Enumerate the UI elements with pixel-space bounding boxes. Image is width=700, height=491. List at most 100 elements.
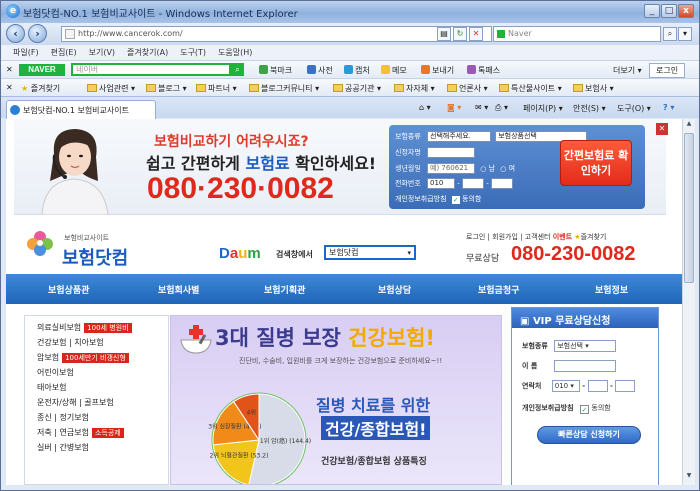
join-link[interactable]: 회원가입 <box>492 233 518 241</box>
fav-folder-business[interactable]: 사업관련 ▾ <box>87 83 135 94</box>
fav-folder-press[interactable]: 언론사 ▾ <box>447 83 488 94</box>
mail-icon[interactable]: ✉ ▾ <box>475 103 488 112</box>
vip-row-name: 이 름 <box>522 360 616 372</box>
compat-view-icon[interactable]: ▤ <box>437 27 451 41</box>
menu-help[interactable]: 도움말(H) <box>218 47 252 58</box>
nav-companies[interactable]: 보험회사별 <box>158 283 199 296</box>
bookmark-link[interactable]: 즐겨찾기 <box>581 233 607 241</box>
birth-input[interactable]: 예) 760621 <box>427 163 475 174</box>
daum-search-input[interactable]: 보험닷컴 ▾ <box>324 245 416 260</box>
phone-last-input[interactable] <box>490 178 513 189</box>
safety-menu[interactable]: 안전(S) ▾ <box>573 103 606 114</box>
fav-folder-local[interactable]: 자자체 ▾ <box>394 83 435 94</box>
male-radio[interactable]: ○ <box>480 165 486 173</box>
maximize-button[interactable]: □ <box>661 4 677 18</box>
list-item[interactable]: 암보험 100세만기 비갱신형 <box>37 352 129 363</box>
naver-search-input[interactable]: 네이버 <box>71 63 231 76</box>
form-row-birth: 생년월일 예) 760621 ○ 남 ○ 여 <box>395 163 516 174</box>
login-link[interactable]: 로그인 <box>466 233 485 241</box>
vip-agree-checkbox[interactable]: ✓ <box>579 405 589 414</box>
nav-products[interactable]: 보험상품관 <box>48 283 89 296</box>
scroll-thumb[interactable] <box>684 133 694 283</box>
minimize-button[interactable]: _ <box>644 4 660 18</box>
scroll-up-icon[interactable]: ▲ <box>684 120 694 131</box>
fav-folder-insurer[interactable]: 보험사 ▾ <box>573 83 614 94</box>
list-item[interactable]: 실버 | 간병보험 <box>37 442 89 453</box>
event-link[interactable]: 이벤트 <box>553 233 572 241</box>
login-button[interactable]: 로그인 <box>649 63 686 78</box>
support-link[interactable]: 고객센터 <box>525 233 551 241</box>
agree-checkbox[interactable]: ✓ <box>451 196 460 204</box>
status-bar <box>1 485 699 490</box>
more-button[interactable]: 더보기 ▾ <box>613 65 642 76</box>
naver-search-button[interactable]: ⌕ <box>231 63 244 76</box>
search-input[interactable]: Naver <box>493 26 661 42</box>
bookmark-button[interactable]: 북마크 <box>259 65 292 76</box>
phone-prefix-select[interactable]: 010 <box>427 178 455 189</box>
nav-consult[interactable]: 보험상담 <box>378 283 411 296</box>
menu-view[interactable]: 보기(V) <box>89 47 115 58</box>
menu-edit[interactable]: 편집(E) <box>51 47 77 58</box>
fav-folder-blog-community[interactable]: 블로그커뮤니티 ▾ <box>249 83 319 94</box>
favbar-close-icon[interactable]: ✕ <box>6 83 13 92</box>
list-item[interactable]: 태아보험 <box>37 382 66 393</box>
vip-type-select[interactable]: 보험선택 ▾ <box>554 340 617 352</box>
vip-name-input[interactable] <box>553 360 616 372</box>
page-menu[interactable]: 페이지(P) ▾ <box>523 103 563 114</box>
phone-mid-input[interactable] <box>461 178 484 189</box>
print-icon[interactable]: ⎙ ▾ <box>495 103 508 113</box>
promo-banner[interactable]: 3대 질병 보장 건강보험! 진단비, 수술비, 입원비를 크게 보장하는 건강… <box>170 315 502 485</box>
list-item[interactable]: 건강보험 | 치아보험 <box>37 337 104 348</box>
dictionary-button[interactable]: 사전 <box>307 65 333 76</box>
toolbar-close-icon[interactable]: ✕ <box>6 65 13 74</box>
fav-folder-specialty[interactable]: 특산물사이트 ▾ <box>499 83 562 94</box>
scroll-down-icon[interactable]: ▼ <box>684 472 694 483</box>
free-consult-label: 무료상담 <box>466 254 500 264</box>
folder-icon <box>333 84 343 92</box>
quick-quote-button[interactable]: 간편보험료 확인하기 <box>560 140 632 186</box>
fav-folder-partner[interactable]: 파트너 ▾ <box>196 83 237 94</box>
search-options-icon[interactable]: ▾ <box>678 27 692 41</box>
memo-button[interactable]: 메모 <box>381 65 407 76</box>
help-icon[interactable]: ? ▾ <box>663 103 674 112</box>
tools-menu[interactable]: 도구(O) ▾ <box>617 103 651 114</box>
tab-current[interactable]: 보험닷컴-NO.1 보험비교사이트 <box>6 100 156 119</box>
vip-phone-mid-input[interactable] <box>587 380 608 392</box>
list-item[interactable]: 어린이보험 <box>37 367 74 378</box>
list-item[interactable]: 저축 | 연금보험 소득공제 <box>37 427 124 438</box>
search-go-icon[interactable]: ⌕ <box>663 27 677 41</box>
insurance-type-select[interactable]: 선택해주세요. <box>427 131 491 142</box>
menu-file[interactable]: 파일(F) <box>13 47 39 58</box>
home-icon[interactable]: ⌂ ▾ <box>419 103 431 112</box>
talkpass-button[interactable]: 톡패스 <box>467 65 500 76</box>
forward-button[interactable]: › <box>28 24 47 43</box>
vip-submit-button[interactable]: 빠른상담 신청하기 <box>537 426 641 444</box>
female-radio[interactable]: ○ <box>500 165 506 173</box>
menu-tools[interactable]: 도구(T) <box>180 47 206 58</box>
refresh-icon[interactable]: ↻ <box>453 27 467 41</box>
vip-phone-last-input[interactable] <box>615 380 636 392</box>
site-logo[interactable]: 보험닷컴 <box>62 244 128 270</box>
list-item[interactable]: 운전자/상해 | 골프보험 <box>37 397 114 408</box>
nav-claims[interactable]: 보험금청구 <box>478 283 519 296</box>
address-input[interactable]: http://www.cancerok.com/ <box>61 26 492 42</box>
vip-phone-prefix-select[interactable]: 010 ▾ <box>551 380 580 392</box>
capture-button[interactable]: 캡처 <box>344 65 370 76</box>
banner-close-icon[interactable]: ✕ <box>656 123 668 135</box>
vertical-scrollbar[interactable]: ▲ ▼ <box>682 119 695 485</box>
naver-logo[interactable]: NAVER <box>19 64 65 76</box>
applicant-name-input[interactable] <box>427 147 475 158</box>
fav-folder-public[interactable]: 공공기관 ▾ <box>333 83 381 94</box>
list-item[interactable]: 종신 | 정기보험 <box>37 412 89 423</box>
nav-info[interactable]: 보험정보 <box>595 283 628 296</box>
favorites-button[interactable]: ★ 즐겨찾기 <box>21 83 60 94</box>
close-button[interactable]: x <box>678 4 694 18</box>
list-item[interactable]: 의료실비보험 100세 병원비 <box>37 322 132 333</box>
nav-planning[interactable]: 보험기획관 <box>264 283 305 296</box>
menu-favorites[interactable]: 즐겨찾기(A) <box>127 47 168 58</box>
send-button[interactable]: 보내기 <box>421 65 454 76</box>
feed-icon[interactable]: ◙ ▾ <box>447 103 461 112</box>
back-button[interactable]: ‹ <box>6 24 25 43</box>
fav-folder-blog[interactable]: 블로그 ▾ <box>146 83 187 94</box>
stop-icon[interactable]: ✕ <box>469 27 483 41</box>
